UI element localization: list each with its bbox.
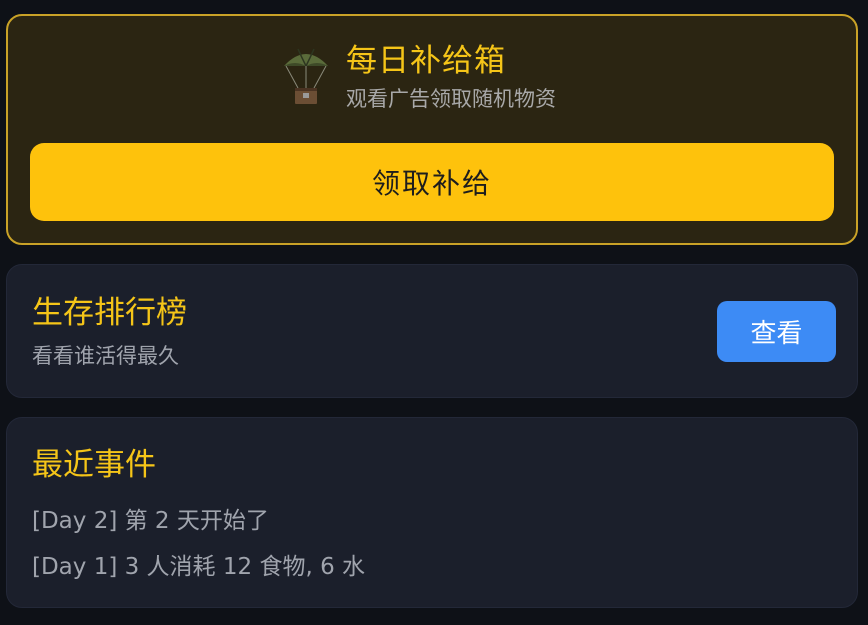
daily-supply-subtitle: 观看广告领取随机物资 <box>346 87 556 111</box>
event-item: [Day 1] 3 人消耗 12 食物, 6 水 <box>32 554 366 580</box>
daily-supply-card: 每日补给箱 观看广告领取随机物资 领取补给 <box>6 14 858 245</box>
daily-supply-text: 每日补给箱 观看广告领取随机物资 <box>346 42 556 114</box>
parachute-crate-icon <box>284 48 328 104</box>
view-leaderboard-button[interactable]: 查看 <box>717 301 836 362</box>
leaderboard-title: 生存排行榜 <box>32 295 187 331</box>
daily-supply-header: 每日补给箱 观看广告领取随机物资 <box>280 42 556 114</box>
recent-events-title: 最近事件 <box>32 447 156 483</box>
recent-events-card: 最近事件 [Day 2] 第 2 天开始了 [Day 1] 3 人消耗 12 食… <box>6 417 858 608</box>
leaderboard-subtitle: 看看谁活得最久 <box>32 344 179 368</box>
event-item: [Day 2] 第 2 天开始了 <box>32 508 269 534</box>
claim-supply-button[interactable]: 领取补给 <box>30 143 834 221</box>
daily-supply-title: 每日补给箱 <box>346 43 506 79</box>
leaderboard-card: 生存排行榜 看看谁活得最久 查看 <box>6 264 858 398</box>
